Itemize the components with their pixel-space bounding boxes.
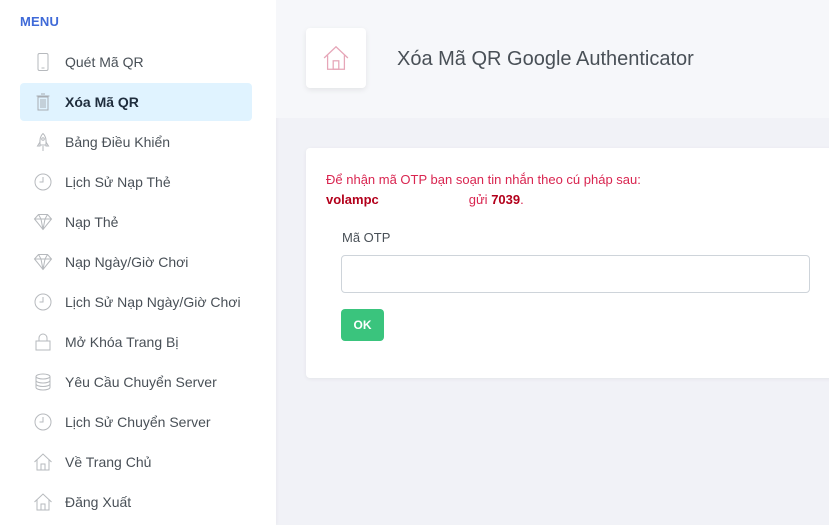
clock-icon — [20, 163, 65, 201]
menu-title: MENU — [20, 14, 60, 29]
sidebar-item-label: Yêu Cầu Chuyển Server — [65, 374, 217, 390]
ok-button[interactable]: OK — [341, 309, 384, 341]
trash-icon — [20, 83, 65, 121]
sidebar-item-scan-qr[interactable]: Quét Mã QR — [20, 43, 252, 81]
sidebar-item-label: Lịch Sử Chuyển Server — [65, 414, 211, 430]
home-icon — [323, 45, 349, 70]
sidebar-item-logout[interactable]: Đăng Xuất — [20, 483, 252, 521]
otp-input[interactable] — [341, 255, 810, 293]
sidebar-item-label: Về Trang Chủ — [65, 454, 152, 470]
sms-keyword: volampc — [326, 192, 379, 207]
clock-icon — [20, 283, 65, 321]
database-icon — [20, 363, 65, 401]
lock-icon — [20, 323, 65, 361]
sidebar: MENU Quét Mã QR Xóa Mã QR Bảng Điều Khiể… — [0, 0, 276, 525]
rocket-icon — [20, 123, 65, 161]
sidebar-item-topup-card[interactable]: Nạp Thẻ — [20, 203, 252, 241]
sidebar-item-label: Xóa Mã QR — [65, 94, 139, 110]
diamond-icon — [20, 243, 65, 281]
sidebar-item-label: Lịch Sử Nạp Thẻ — [65, 174, 171, 190]
sidebar-item-time-history[interactable]: Lịch Sử Nạp Ngày/Giờ Chơi — [20, 283, 252, 321]
sidebar-item-card-history[interactable]: Lịch Sử Nạp Thẻ — [20, 163, 252, 201]
end-punct: . — [520, 192, 524, 207]
sidebar-item-label: Mở Khóa Trang Bị — [65, 334, 179, 350]
main-content: Xóa Mã QR Google Authenticator Để nhận m… — [276, 0, 829, 525]
clock-icon — [20, 403, 65, 441]
sidebar-item-label: Quét Mã QR — [65, 54, 144, 70]
phone-icon — [20, 43, 65, 81]
page-title-bar: Xóa Mã QR Google Authenticator — [276, 0, 829, 118]
sms-number: 7039 — [491, 192, 521, 207]
sidebar-item-label: Lịch Sử Nạp Ngày/Giờ Chơi — [65, 294, 241, 310]
sidebar-item-transfer-history[interactable]: Lịch Sử Chuyển Server — [20, 403, 252, 441]
page-title: Xóa Mã QR Google Authenticator — [397, 48, 694, 70]
sidebar-item-label: Bảng Điều Khiển — [65, 134, 171, 150]
diamond-icon — [20, 203, 65, 241]
otp-label: Mã OTP — [342, 230, 391, 245]
sidebar-item-unlock-equipment[interactable]: Mở Khóa Trang Bị — [20, 323, 252, 361]
sidebar-item-label: Nạp Thẻ — [65, 214, 119, 230]
home-icon — [20, 483, 65, 521]
sidebar-item-label: Nạp Ngày/Giờ Chơi — [65, 254, 189, 270]
otp-form-card: Để nhận mã OTP bạn soạn tin nhắn theo cú… — [306, 148, 829, 378]
title-icon-box — [306, 28, 366, 88]
sidebar-item-dashboard[interactable]: Bảng Điều Khiển — [20, 123, 252, 161]
sidebar-item-server-transfer[interactable]: Yêu Cầu Chuyển Server — [20, 363, 252, 401]
send-word: gửi — [468, 192, 488, 207]
sidebar-item-topup-time[interactable]: Nạp Ngày/Giờ Chơi — [20, 243, 252, 281]
sidebar-item-delete-qr[interactable]: Xóa Mã QR — [20, 83, 252, 121]
otp-instruction: Để nhận mã OTP bạn soạn tin nhắn theo cú… — [326, 172, 641, 187]
home-icon — [20, 443, 65, 481]
sidebar-item-home[interactable]: Về Trang Chủ — [20, 443, 252, 481]
sidebar-item-label: Đăng Xuất — [65, 494, 132, 510]
otp-sms-syntax: volampc gửi 7039. — [326, 192, 524, 207]
